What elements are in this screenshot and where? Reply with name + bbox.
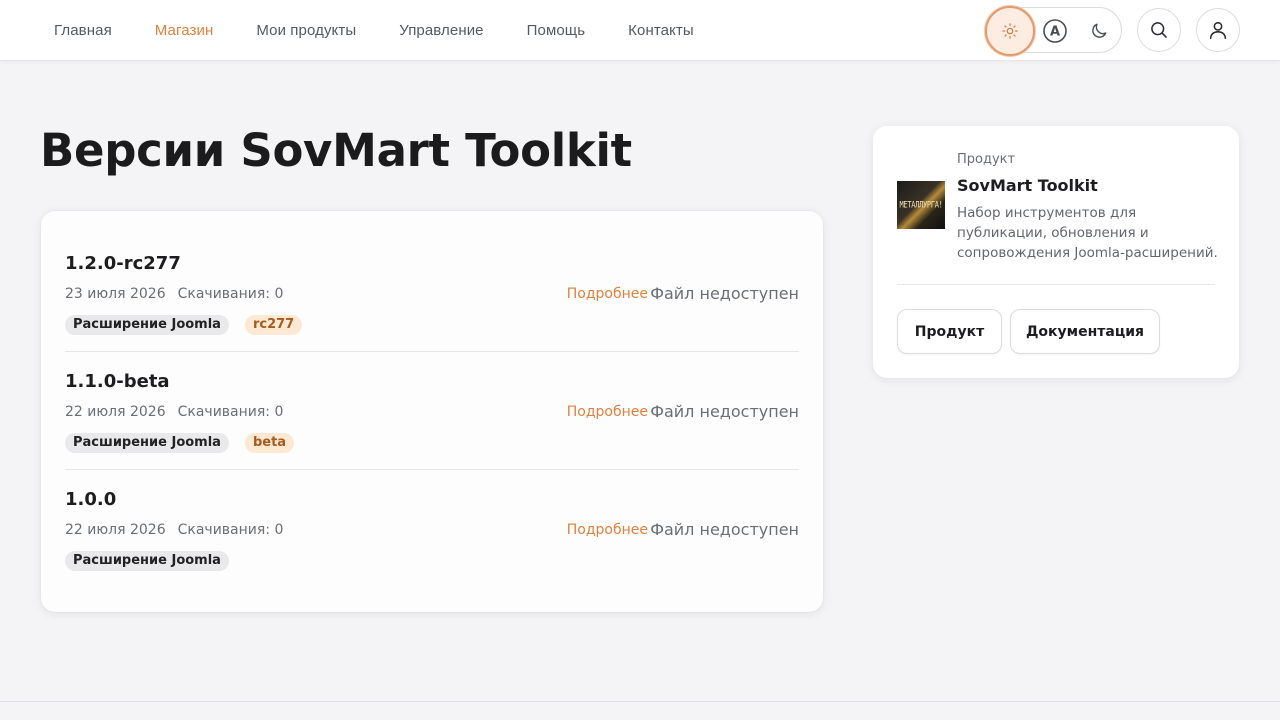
nav-item-shop[interactable]: Магазин: [155, 22, 214, 39]
file-unavailable-status: Файл недоступен: [650, 284, 799, 303]
nav-item-management[interactable]: Управление: [399, 22, 483, 39]
product-button[interactable]: Продукт: [897, 309, 1002, 354]
version-name: 1.0.0: [65, 489, 117, 510]
light-theme-button[interactable]: [985, 6, 1035, 56]
version-date: 22 июля 2026: [65, 522, 166, 538]
user-account-button[interactable]: [1196, 8, 1240, 52]
product-info-card: МЕТАЛЛУРГА! Продукт SovMart Toolkit Набо…: [873, 126, 1239, 378]
product-description: Набор инструментов для публикации, обнов…: [957, 205, 1218, 261]
moon-icon: [1092, 23, 1107, 38]
version-name: 1.1.0-beta: [65, 371, 170, 392]
version-date: 23 июля 2026: [65, 286, 166, 302]
version-meta: 22 июля 2026 Скачивания: 0: [65, 404, 283, 420]
user-icon: [1209, 21, 1227, 40]
version-date: 22 июля 2026: [65, 404, 166, 420]
version-item: 1.2.0-rc277 23 июля 2026 Скачивания: 0 По…: [65, 211, 799, 352]
page-title: Версии SovMart Toolkit: [40, 124, 632, 177]
product-name: SovMart Toolkit: [957, 176, 1098, 195]
version-name: 1.2.0-rc277: [65, 253, 181, 274]
version-meta: 23 июля 2026 Скачивания: 0: [65, 286, 283, 302]
documentation-button[interactable]: Документация: [1010, 309, 1160, 354]
version-downloads: Скачивания: 0: [177, 522, 284, 538]
tag-extension-type: Расширение Joomla: [65, 551, 229, 571]
product-thumbnail: МЕТАЛЛУРГА!: [897, 181, 945, 229]
version-details-link[interactable]: Подробнее: [567, 404, 648, 420]
version-item: 1.0.0 22 июля 2026 Скачивания: 0 Подробне…: [65, 447, 799, 571]
version-item: 1.1.0-beta 22 июля 2026 Скачивания: 0 Под…: [65, 329, 799, 470]
theme-switcher: A: [985, 6, 1123, 56]
sun-icon: [1002, 23, 1018, 39]
dark-theme-button[interactable]: [1075, 7, 1123, 55]
search-icon: [1151, 22, 1167, 38]
file-unavailable-status: Файл недоступен: [650, 520, 799, 539]
search-button[interactable]: [1137, 8, 1181, 52]
nav-item-contacts[interactable]: Контакты: [628, 22, 694, 39]
nav-item-home[interactable]: Главная: [54, 22, 112, 39]
version-details-link[interactable]: Подробнее: [567, 286, 648, 302]
top-navigation-bar: Главная Магазин Мои продукты Управление …: [0, 0, 1280, 61]
file-unavailable-status: Файл недоступен: [650, 402, 799, 421]
version-downloads: Скачивания: 0: [177, 286, 284, 302]
product-thumbnail-text: МЕТАЛЛУРГА!: [899, 199, 943, 211]
divider: [897, 284, 1215, 285]
product-label: Продукт: [957, 152, 1016, 167]
auto-letter: A: [1050, 25, 1060, 40]
version-details-link[interactable]: Подробнее: [567, 522, 648, 538]
version-meta: 22 июля 2026 Скачивания: 0: [65, 522, 283, 538]
main-nav: Главная Магазин Мои продукты Управление …: [54, 0, 737, 60]
versions-list-card: 1.2.0-rc277 23 июля 2026 Скачивания: 0 По…: [41, 211, 823, 612]
auto-icon: A: [1043, 19, 1067, 43]
version-downloads: Скачивания: 0: [177, 404, 284, 420]
auto-theme-button[interactable]: A: [1031, 7, 1079, 55]
nav-item-help[interactable]: Помощь: [527, 22, 586, 39]
version-tags: Расширение Joomla: [65, 551, 245, 571]
footer-divider: [0, 701, 1280, 702]
nav-item-my-products[interactable]: Мои продукты: [256, 22, 356, 39]
